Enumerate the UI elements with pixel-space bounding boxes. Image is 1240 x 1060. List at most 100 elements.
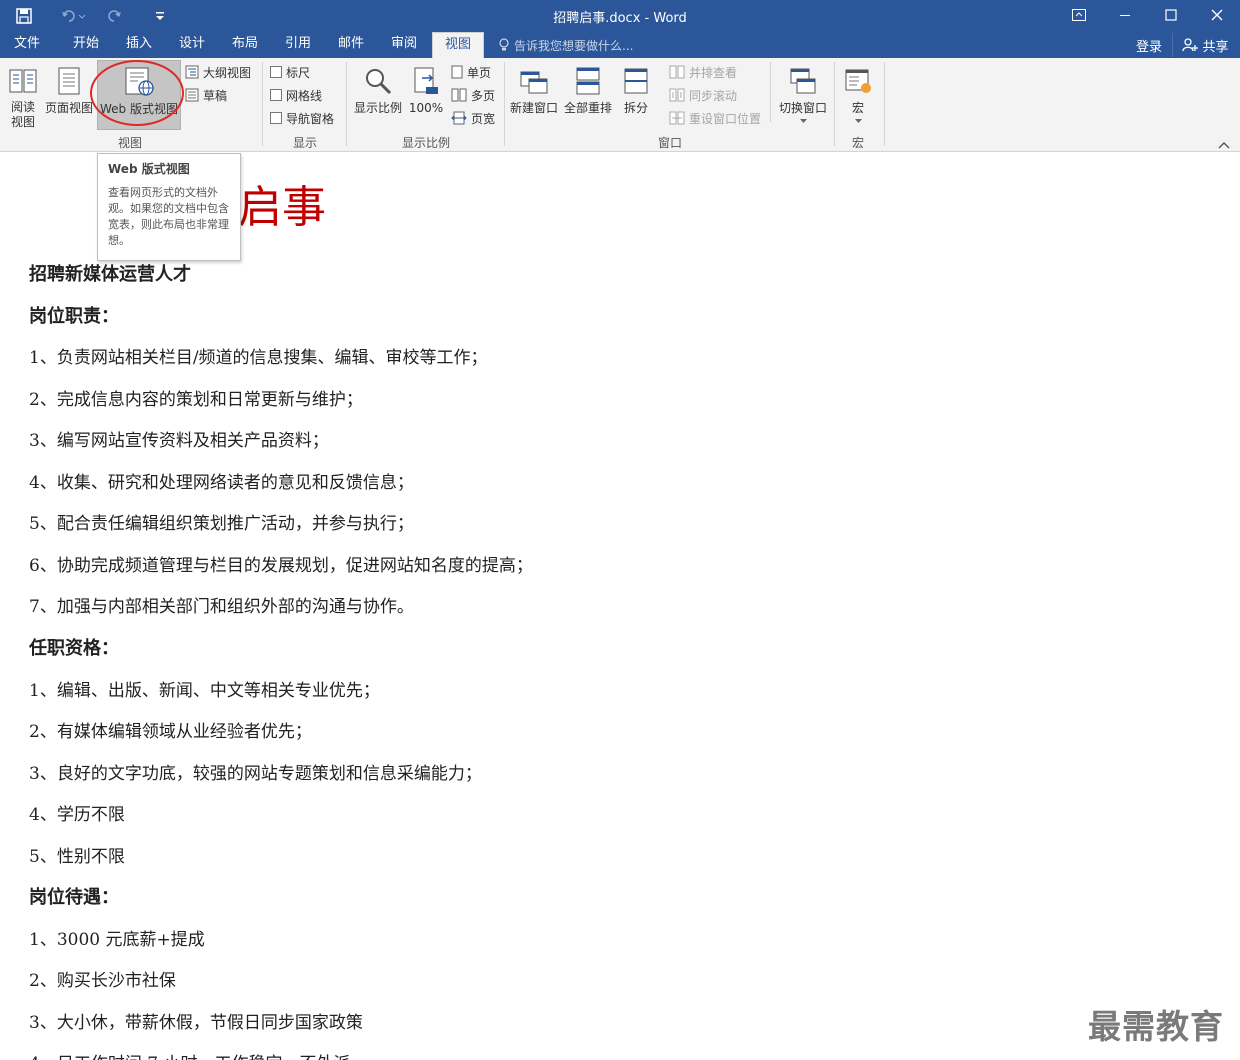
window-group-label: 窗口	[657, 136, 682, 150]
list-item: 2、购买长沙市社保	[29, 971, 176, 991]
synchronous-scrolling-button[interactable]: 同步滚动	[669, 85, 737, 105]
gridlines-label: 网格线	[286, 88, 323, 103]
new-window-label: 新建窗口	[509, 101, 558, 115]
zoom-100-button[interactable]: 100%	[407, 60, 445, 130]
tab-home[interactable]: 开始	[59, 32, 113, 58]
draft-icon	[185, 88, 199, 102]
tab-review[interactable]: 审阅	[377, 32, 431, 58]
lightbulb-icon	[499, 38, 509, 51]
group-separator	[770, 62, 771, 122]
tab-mailings[interactable]: 邮件	[324, 32, 378, 58]
show-group-label: 显示	[292, 136, 317, 150]
new-window-button[interactable]: 新建窗口	[508, 60, 560, 130]
gridlines-check[interactable]	[270, 89, 282, 101]
group-separator	[884, 62, 885, 146]
gridlines-checkbox[interactable]: 网格线	[270, 85, 322, 105]
views-group-label: 视图	[117, 136, 142, 150]
sync-scroll-label: 同步滚动	[689, 88, 738, 103]
page-width-button[interactable]: 页宽	[451, 108, 495, 128]
one-page-label: 单页	[467, 65, 492, 80]
document-title: 招聘启事.docx - Word	[553, 11, 687, 26]
multiple-pages-icon	[451, 88, 467, 102]
list-item: 3、编写网站宣传资料及相关产品资料；	[29, 431, 329, 451]
macros-button[interactable]: 宏	[840, 60, 876, 130]
tooltip-body: 查看网页形式的文档外观。如果您的文档中包含宽表，则此布局也非常理想。	[108, 186, 229, 247]
share-button[interactable]: 共享	[1172, 33, 1238, 57]
tab-insert[interactable]: 插入	[112, 32, 166, 58]
arrange-all-icon	[571, 64, 605, 98]
ruler-checkbox[interactable]: 标尺	[270, 62, 310, 82]
read-mode-button[interactable]: 阅读 视图	[4, 60, 42, 130]
maximize-icon[interactable]	[1148, 0, 1194, 30]
page-width-label: 页宽	[471, 111, 496, 126]
list-item: 2、有媒体编辑领域从业经验者优先；	[29, 722, 312, 742]
switch-windows-button[interactable]: 切换窗口	[776, 60, 830, 130]
paragraph: 招聘新媒体运营人才	[29, 264, 191, 285]
navigation-pane-check[interactable]	[270, 112, 282, 124]
multiple-pages-button[interactable]: 多页	[451, 85, 495, 105]
document-canvas[interactable]: 招聘启事 招聘新媒体运营人才 岗位职责： 1、负责网站相关栏目/频道的信息搜集、…	[0, 153, 1240, 1060]
split-button[interactable]: 拆分	[616, 60, 656, 130]
web-layout-tooltip: Web 版式视图 查看网页形式的文档外观。如果您的文档中包含宽表，则此布局也非常…	[97, 153, 241, 261]
tab-references[interactable]: 引用	[271, 32, 325, 58]
list-item: 5、性别不限	[29, 847, 125, 867]
draft-label: 草稿	[203, 88, 228, 103]
draft-button[interactable]: 草稿	[185, 85, 227, 105]
print-layout-button[interactable]: 页面视图	[44, 60, 94, 130]
zoom-button[interactable]: 显示比例	[352, 60, 404, 130]
page-100-icon	[409, 64, 443, 98]
highlight-circle	[90, 60, 184, 126]
split-icon	[619, 64, 653, 98]
group-separator	[262, 62, 263, 146]
page-icon	[52, 64, 86, 98]
one-page-icon	[451, 65, 463, 79]
tab-layout[interactable]: 布局	[218, 32, 272, 58]
section-heading: 任职资格：	[29, 638, 119, 659]
navigation-pane-checkbox[interactable]: 导航窗格	[270, 108, 334, 128]
side-by-side-icon	[669, 65, 685, 79]
switch-windows-icon	[786, 64, 820, 98]
split-label: 拆分	[623, 101, 648, 115]
outline-icon	[185, 65, 199, 79]
outline-label: 大纲视图	[203, 65, 252, 80]
sign-in-link[interactable]: 登录	[1136, 36, 1162, 55]
macro-icon	[841, 64, 875, 98]
reset-window-icon	[669, 111, 685, 125]
tell-me-placeholder: 告诉我您想要做什么...	[514, 38, 634, 53]
zoom-group-label: 显示比例	[401, 136, 450, 150]
arrange-all-button[interactable]: 全部重排	[562, 60, 614, 130]
section-heading: 岗位待遇：	[29, 887, 119, 908]
outline-button[interactable]: 大纲视图	[185, 62, 251, 82]
reset-window-position-button[interactable]: 重设窗口位置	[669, 108, 761, 128]
side-by-side-label: 并排查看	[689, 65, 738, 80]
list-item: 4、收集、研究和处理网络读者的意见和反馈信息；	[29, 473, 414, 493]
minimize-icon[interactable]	[1102, 0, 1148, 30]
share-label: 共享	[1202, 39, 1229, 55]
zoom-100-label: 100%	[408, 101, 444, 115]
one-page-button[interactable]: 单页	[451, 62, 491, 82]
switch-windows-label: 切换窗口	[778, 101, 827, 115]
ruler-check[interactable]	[270, 66, 282, 78]
list-item: 4、学历不限	[29, 805, 125, 825]
reset-window-label: 重设窗口位置	[689, 111, 762, 126]
ribbon-view: 阅读 视图 页面视图 Web 版式视图 大纲视图 草稿 视图 标尺 网格线 导航…	[0, 58, 1240, 152]
group-separator	[346, 62, 347, 146]
book-icon	[6, 64, 40, 97]
tab-view[interactable]: 视图	[432, 32, 484, 58]
zoom-label: 显示比例	[353, 101, 402, 115]
close-icon[interactable]	[1194, 0, 1240, 30]
ribbon-tab-bar: 文件 开始 插入 设计 布局 引用 邮件 审阅 视图 告诉我您想要做什么... …	[0, 32, 1240, 58]
ribbon-display-options-icon[interactable]	[1056, 0, 1102, 30]
list-item: 6、协助完成频道管理与栏目的发展规划，促进网站知名度的提高；	[29, 556, 533, 576]
collapse-ribbon-icon[interactable]	[1218, 138, 1230, 152]
tab-file[interactable]: 文件	[0, 32, 54, 58]
print-layout-label: 页面视图	[44, 101, 93, 115]
macros-group-label: 宏	[851, 136, 864, 150]
list-item: 1、3000 元底薪+提成	[29, 930, 205, 950]
view-side-by-side-button[interactable]: 并排查看	[669, 62, 737, 82]
page-width-icon	[451, 111, 467, 125]
tell-me-search[interactable]: 告诉我您想要做什么...	[498, 36, 633, 54]
ruler-label: 标尺	[286, 65, 311, 80]
tab-design[interactable]: 设计	[165, 32, 219, 58]
section-heading: 岗位职责：	[29, 306, 119, 327]
